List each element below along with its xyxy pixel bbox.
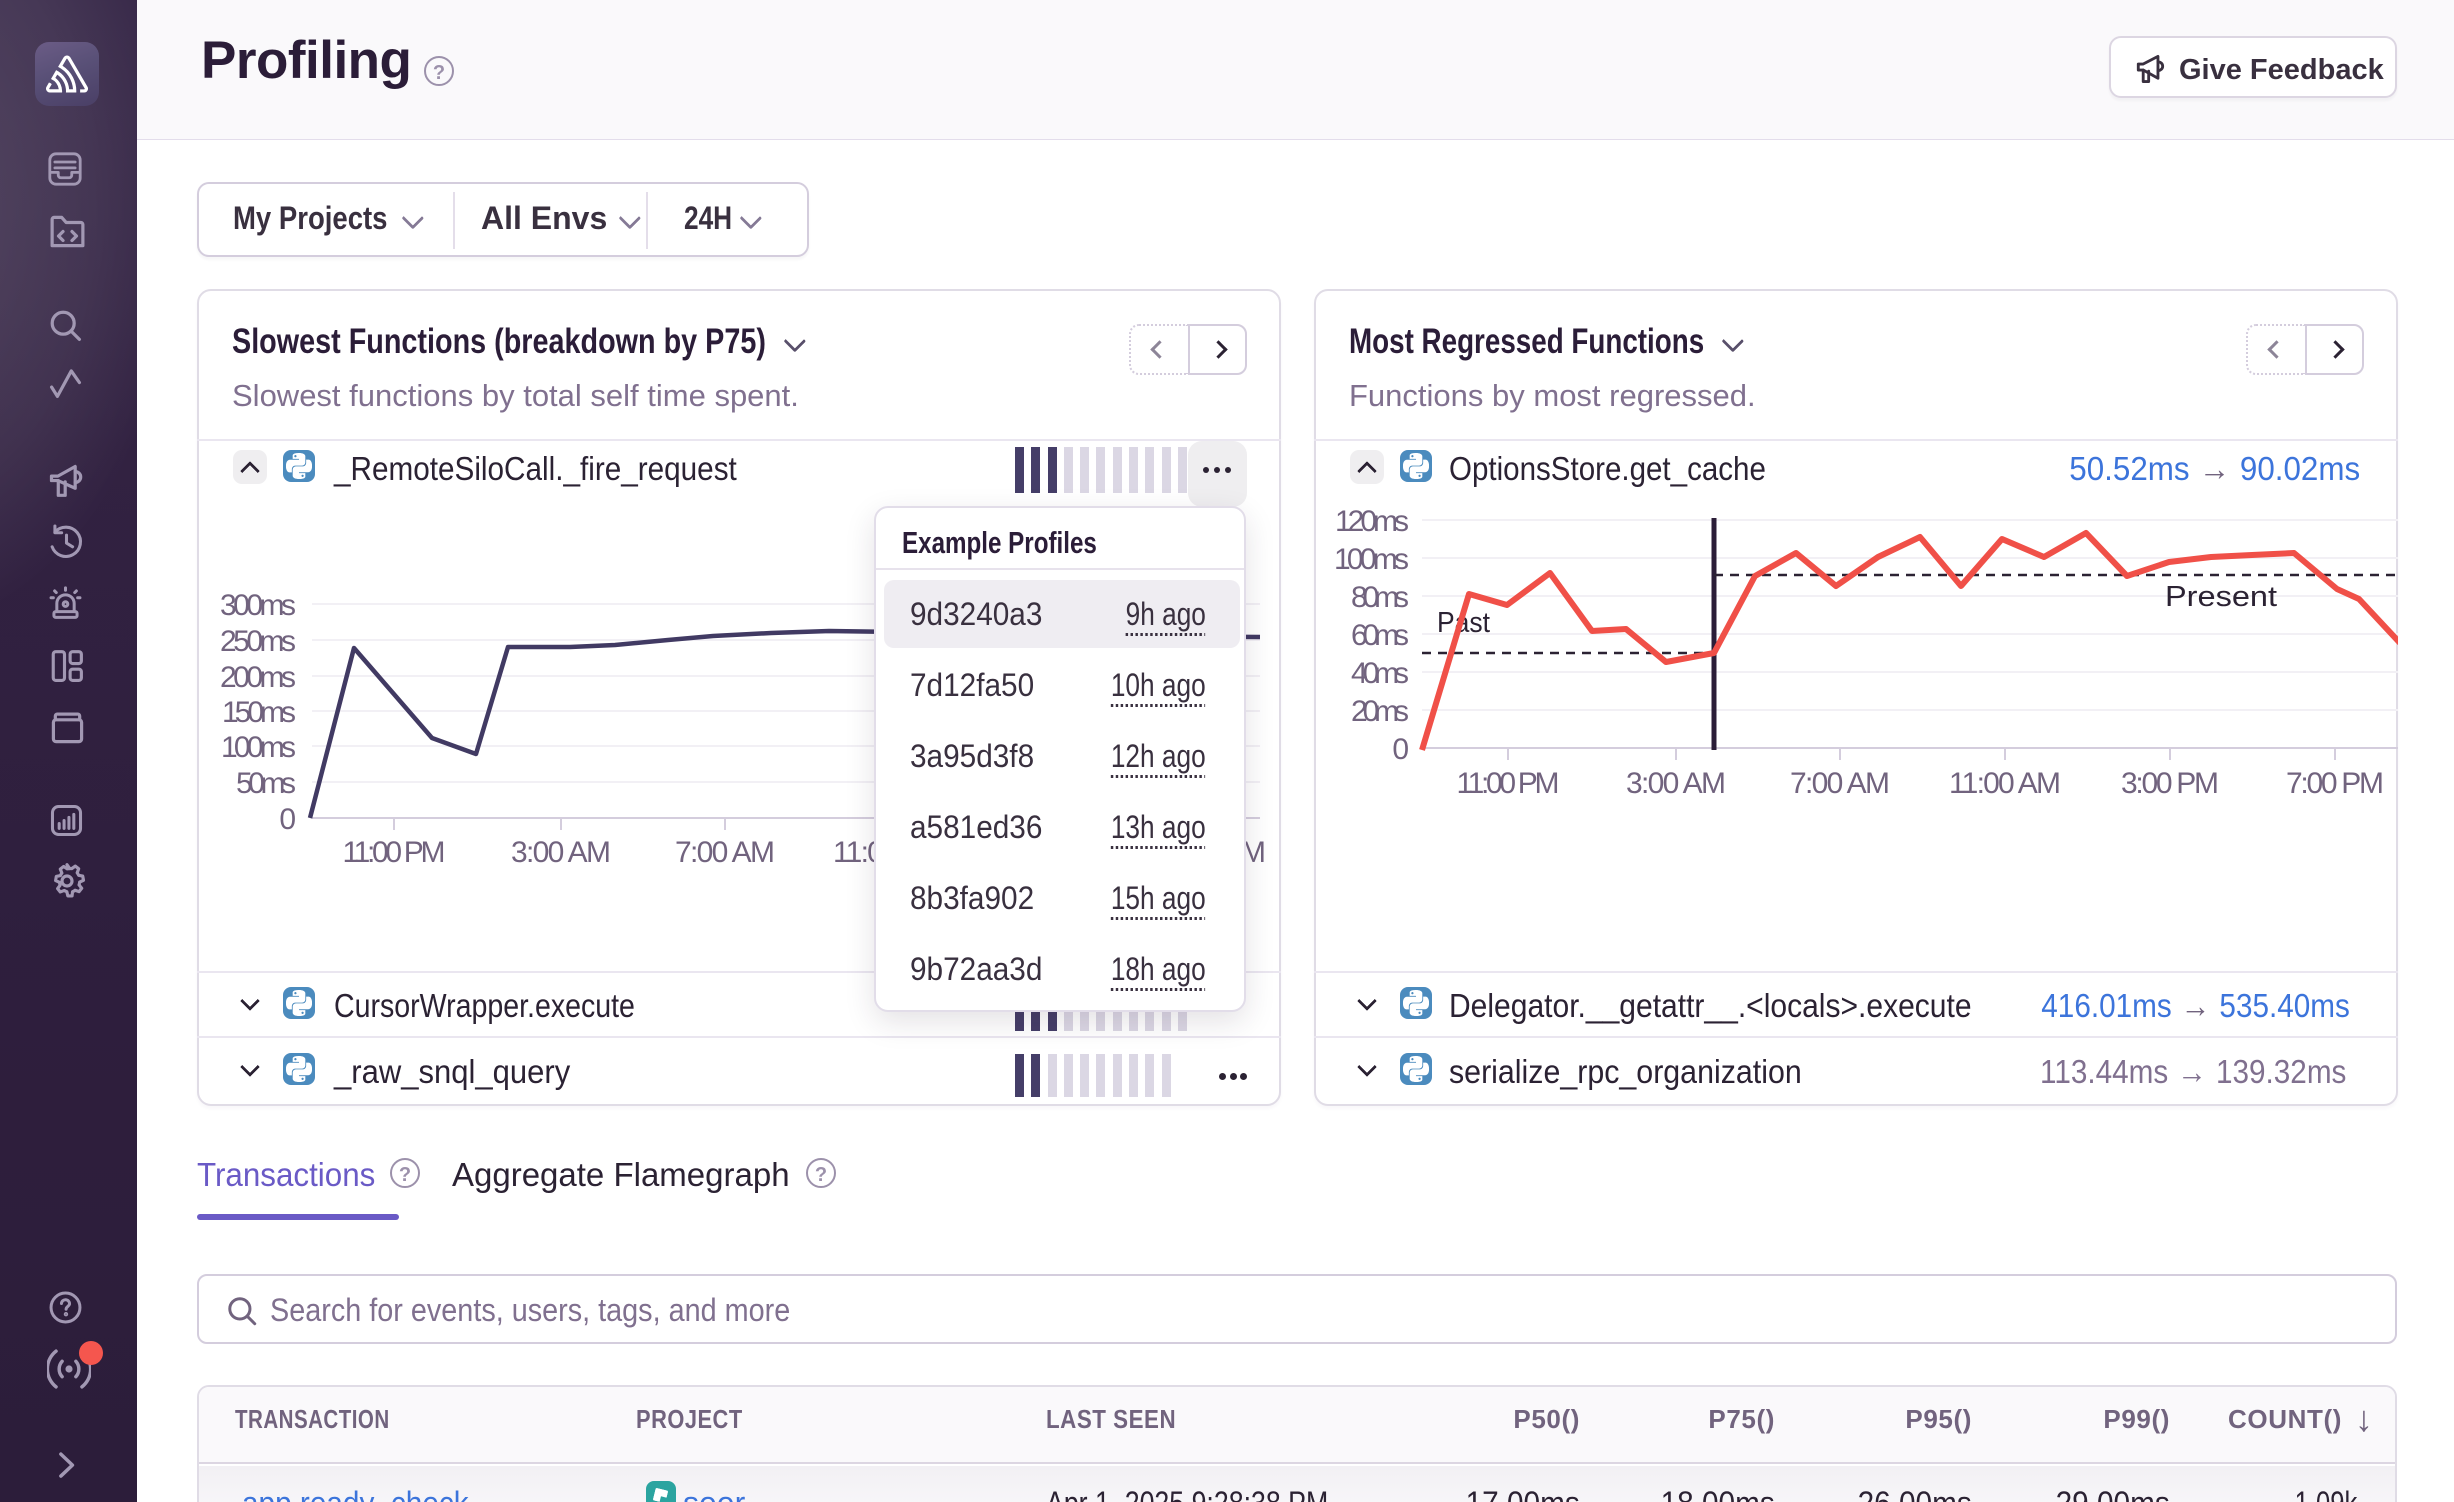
svg-text:11:00 PM: 11:00 PM bbox=[343, 836, 446, 869]
svg-text:11:00 AM: 11:00 AM bbox=[1949, 767, 2061, 800]
svg-text:50ms: 50ms bbox=[236, 767, 296, 800]
svg-text:60ms: 60ms bbox=[1351, 619, 1409, 652]
svg-text:3:00 AM: 3:00 AM bbox=[511, 836, 611, 869]
svg-text:0: 0 bbox=[279, 803, 296, 836]
svg-text:200ms: 200ms bbox=[220, 661, 296, 694]
svg-text:120ms: 120ms bbox=[1335, 505, 1409, 538]
svg-text:250ms: 250ms bbox=[220, 625, 296, 658]
svg-text:3:00 PM: 3:00 PM bbox=[2121, 767, 2219, 800]
svg-text:0: 0 bbox=[1392, 733, 1409, 766]
svg-text:3:00 AM: 3:00 AM bbox=[1626, 767, 1726, 800]
svg-text:100ms: 100ms bbox=[221, 731, 296, 764]
svg-text:7:00 PM: 7:00 PM bbox=[2286, 767, 2384, 800]
svg-text:150ms: 150ms bbox=[222, 696, 296, 729]
svg-text:11:00 PM: 11:00 PM bbox=[1457, 767, 1560, 800]
svg-text:300ms: 300ms bbox=[220, 589, 296, 622]
svg-text:80ms: 80ms bbox=[1351, 581, 1409, 614]
svg-text:100ms: 100ms bbox=[1334, 543, 1409, 576]
svg-text:Present: Present bbox=[2165, 581, 2277, 613]
svg-text:20ms: 20ms bbox=[1351, 695, 1409, 728]
svg-text:40ms: 40ms bbox=[1351, 657, 1409, 690]
svg-text:7:00 AM: 7:00 AM bbox=[1790, 767, 1890, 800]
svg-text:7:00 AM: 7:00 AM bbox=[675, 836, 775, 869]
